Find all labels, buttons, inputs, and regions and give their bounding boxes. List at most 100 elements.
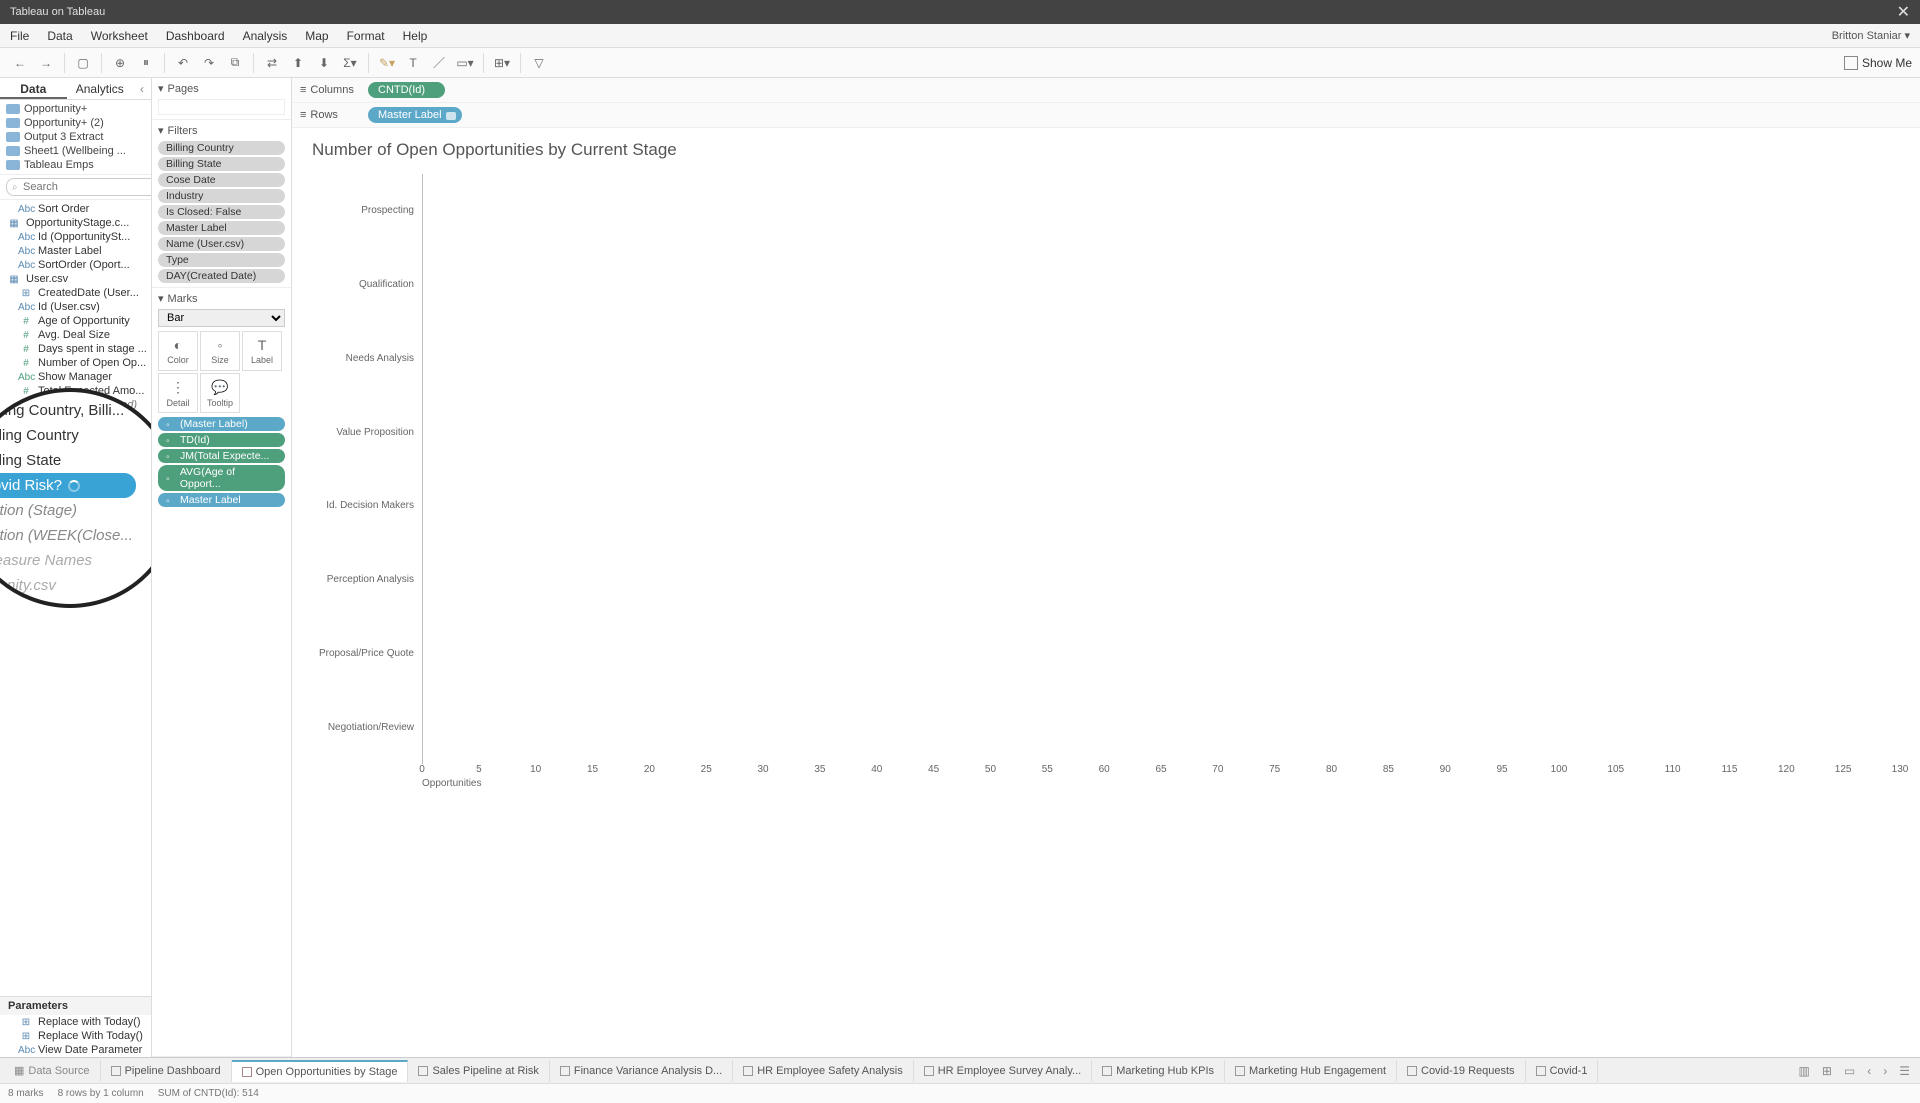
mark-pill[interactable]: ◦JM(Total Expecte...: [158, 449, 285, 463]
field-item[interactable]: ▦OpportunityStage.c...: [0, 216, 151, 230]
field-item[interactable]: ▦User.csv: [0, 272, 151, 286]
redo-icon[interactable]: ↷: [197, 51, 221, 75]
tabs-prev-icon[interactable]: ‹: [1861, 1064, 1877, 1078]
filter-pill[interactable]: Industry: [158, 189, 285, 203]
sheet-tab[interactable]: Marketing Hub KPIs: [1092, 1060, 1225, 1082]
show-me-button[interactable]: Show Me: [1844, 56, 1912, 70]
measure-item[interactable]: #Age of Opportunity: [0, 314, 151, 328]
back-icon[interactable]: ←: [8, 51, 32, 75]
x-tick: 50: [985, 764, 996, 775]
close-icon[interactable]: ✕: [1897, 2, 1910, 22]
pages-card-header[interactable]: ▾Pages: [158, 82, 285, 95]
user-menu[interactable]: Britton Staniar ▾: [1832, 29, 1910, 42]
filter-pill[interactable]: Is Closed: False: [158, 205, 285, 219]
field-item[interactable]: ⊞CreatedDate (User...: [0, 286, 151, 300]
tabs-next-icon[interactable]: ›: [1877, 1064, 1893, 1078]
filter-pill[interactable]: Billing Country: [158, 141, 285, 155]
line-icon[interactable]: ／: [427, 51, 451, 75]
tab-data[interactable]: Data: [0, 78, 67, 99]
magnifier-row: Measure Names: [0, 548, 152, 573]
sheet-tab[interactable]: Pipeline Dashboard: [101, 1060, 232, 1082]
filter-pill[interactable]: Master Label: [158, 221, 285, 235]
sheet-tab[interactable]: Sales Pipeline at Risk: [408, 1060, 549, 1082]
sheet-tab[interactable]: Open Opportunities by Stage: [232, 1060, 409, 1082]
search-input[interactable]: [6, 178, 152, 196]
menu-help[interactable]: Help: [403, 29, 428, 43]
mark-pill[interactable]: ◦TD(Id): [158, 433, 285, 447]
sheet-tab[interactable]: Covid-1: [1526, 1060, 1599, 1082]
sheet-tab[interactable]: Covid-19 Requests: [1397, 1060, 1526, 1082]
container-icon[interactable]: ▭▾: [453, 51, 477, 75]
field-item[interactable]: AbcId (OpportunitySt...: [0, 230, 151, 244]
highlight-icon[interactable]: ✎▾: [375, 51, 399, 75]
mark-tooltip-button[interactable]: 💬Tooltip: [200, 373, 240, 413]
filters-card-header[interactable]: ▾Filters: [158, 124, 285, 137]
menu-file[interactable]: File: [10, 29, 29, 43]
sheet-tab[interactable]: HR Employee Safety Analysis: [733, 1060, 914, 1082]
sort-asc-icon[interactable]: ⬆: [286, 51, 310, 75]
save-icon[interactable]: ▢: [71, 51, 95, 75]
filter-pill[interactable]: Type: [158, 253, 285, 267]
measure-item[interactable]: #Days spent in stage ...: [0, 342, 151, 356]
menu-analysis[interactable]: Analysis: [243, 29, 288, 43]
measure-item[interactable]: #Avg. Deal Size: [0, 328, 151, 342]
mark-color-button[interactable]: ◐Color: [158, 331, 198, 371]
swap-icon[interactable]: ⇄: [260, 51, 284, 75]
x-tick: 0: [419, 764, 425, 775]
sheet-tab[interactable]: HR Employee Survey Analy...: [914, 1060, 1092, 1082]
field-item[interactable]: AbcSort Order: [0, 202, 151, 216]
tab-analytics[interactable]: Analytics: [67, 78, 134, 99]
sort-desc-icon[interactable]: ⬇: [312, 51, 336, 75]
new-sheet-icon[interactable]: ▥: [1792, 1064, 1815, 1078]
forward-icon[interactable]: →: [34, 51, 58, 75]
field-item[interactable]: AbcSortOrder (Oport...: [0, 258, 151, 272]
data-source-tab[interactable]: ▦ Data Source: [4, 1060, 101, 1081]
columns-pill[interactable]: CNTD(Id): [368, 82, 445, 98]
sheet-tab[interactable]: Finance Variance Analysis D...: [550, 1060, 733, 1082]
datasource-item[interactable]: Tableau Emps: [0, 158, 151, 172]
menu-dashboard[interactable]: Dashboard: [166, 29, 225, 43]
mark-pill[interactable]: ◦(Master Label): [158, 417, 285, 431]
mark-label-button[interactable]: TLabel: [242, 331, 282, 371]
field-item[interactable]: AbcId (User.csv): [0, 300, 151, 314]
datasource-item[interactable]: Opportunity+ (2): [0, 116, 151, 130]
mark-pill[interactable]: ◦AVG(Age of Opport...: [158, 465, 285, 491]
filter-pill[interactable]: Cose Date: [158, 173, 285, 187]
text-icon[interactable]: T: [401, 51, 425, 75]
parameter-item[interactable]: AbcView Date Parameter: [0, 1043, 151, 1057]
mark-detail-button[interactable]: ⋮Detail: [158, 373, 198, 413]
pause-icon[interactable]: ⏸: [134, 51, 158, 75]
filter-pill[interactable]: Billing State: [158, 157, 285, 171]
undo-icon[interactable]: ↶: [171, 51, 195, 75]
menu-map[interactable]: Map: [305, 29, 328, 43]
datasource-item[interactable]: Opportunity+: [0, 102, 151, 116]
menu-format[interactable]: Format: [347, 29, 385, 43]
x-tick: 20: [644, 764, 655, 775]
present-icon[interactable]: ▽: [527, 51, 551, 75]
new-story-icon[interactable]: ▭: [1838, 1064, 1861, 1078]
mark-size-button[interactable]: ◦Size: [200, 331, 240, 371]
filter-pill[interactable]: Name (User.csv): [158, 237, 285, 251]
totals-icon[interactable]: Σ▾: [338, 51, 362, 75]
new-datasource-icon[interactable]: ⊕: [108, 51, 132, 75]
fit-icon[interactable]: ⊞▾: [490, 51, 514, 75]
tabs-list-icon[interactable]: ☰: [1893, 1064, 1916, 1078]
mark-pill[interactable]: ◦Master Label: [158, 493, 285, 507]
filter-pill[interactable]: DAY(Created Date): [158, 269, 285, 283]
duplicate-icon[interactable]: ⧉: [223, 51, 247, 75]
sheet-tab[interactable]: Marketing Hub Engagement: [1225, 1060, 1397, 1082]
new-dashboard-icon[interactable]: ⊞: [1816, 1064, 1838, 1078]
menu-data[interactable]: Data: [47, 29, 72, 43]
datasource-item[interactable]: Sheet1 (Wellbeing ...: [0, 144, 151, 158]
menu-worksheet[interactable]: Worksheet: [91, 29, 148, 43]
mark-type-select[interactable]: Bar: [158, 309, 285, 327]
collapse-icon[interactable]: ‹: [133, 78, 151, 99]
parameter-item[interactable]: ⊞Replace With Today(): [0, 1029, 151, 1043]
parameter-item[interactable]: ⊞Replace with Today(): [0, 1015, 151, 1029]
measure-item[interactable]: #Number of Open Op...: [0, 356, 151, 370]
datasource-item[interactable]: Output 3 Extract: [0, 130, 151, 144]
marks-card-header[interactable]: ▾Marks: [158, 292, 285, 305]
measure-item[interactable]: AbcShow Manager: [0, 370, 151, 384]
rows-pill[interactable]: Master Label: [368, 107, 462, 123]
field-item[interactable]: AbcMaster Label: [0, 244, 151, 258]
